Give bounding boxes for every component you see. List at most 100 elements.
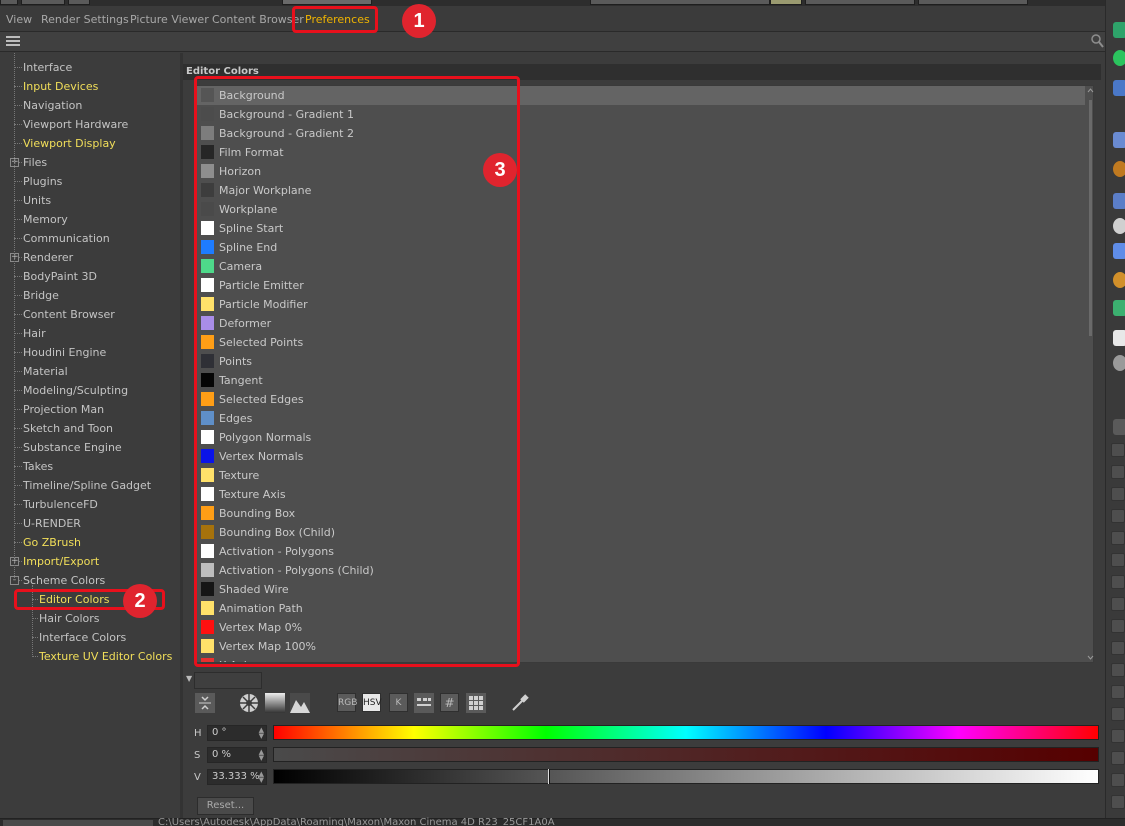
null-icon[interactable] xyxy=(1113,272,1125,288)
tree-item-input-devices[interactable]: Input Devices xyxy=(23,77,98,96)
light-icon[interactable] xyxy=(1113,218,1125,234)
color-wheel-icon[interactable] xyxy=(239,693,259,713)
tree-item-interface[interactable]: Interface xyxy=(23,58,72,77)
tree-item-scheme-colors[interactable]: Scheme Colors xyxy=(23,571,105,590)
dock-button[interactable] xyxy=(1111,597,1125,611)
menu-render-settings[interactable]: Render Settings xyxy=(41,13,129,26)
menu-content-browser[interactable]: Content Browser xyxy=(212,13,304,26)
tree-item-interface-colors[interactable]: Interface Colors xyxy=(39,628,126,647)
stepper-icon[interactable]: ▲ ▼ xyxy=(259,771,264,784)
tree-item-plugins[interactable]: Plugins xyxy=(23,172,62,191)
tree-item-modeling-sculpting[interactable]: Modeling/Sculpting xyxy=(23,381,128,400)
tree-item-viewport-hardware[interactable]: Viewport Hardware xyxy=(23,115,128,134)
tree-item-renderer[interactable]: Renderer xyxy=(23,248,73,267)
dock-button[interactable] xyxy=(1111,443,1125,457)
dock-button[interactable] xyxy=(1111,465,1125,479)
tree-item-u-render[interactable]: U-RENDER xyxy=(23,514,81,533)
value-slider-handle[interactable] xyxy=(548,769,551,784)
tree-item-hair-colors[interactable]: Hair Colors xyxy=(39,609,100,628)
dock-button[interactable] xyxy=(1111,509,1125,523)
menu-view[interactable]: View xyxy=(6,13,32,26)
toolbar-button[interactable] xyxy=(805,0,915,5)
dock-button[interactable] xyxy=(1111,729,1125,743)
generator-icon[interactable] xyxy=(1113,132,1125,148)
tree-item-units[interactable]: Units xyxy=(23,191,51,210)
tree-item-substance-engine[interactable]: Substance Engine xyxy=(23,438,122,457)
tree-item-takes[interactable]: Takes xyxy=(23,457,53,476)
toolbar-button[interactable] xyxy=(590,0,770,5)
dock-button[interactable] xyxy=(1111,663,1125,677)
saturation-field[interactable]: 0 % ▲ ▼ xyxy=(207,747,267,763)
mode-hsv-button[interactable]: HSV xyxy=(362,693,382,712)
tree-item-files[interactable]: Files xyxy=(23,153,47,172)
tree-item-material[interactable]: Material xyxy=(23,362,68,381)
value-field[interactable]: 33.333 % ▲ ▼ xyxy=(207,769,267,785)
toolbar-button[interactable] xyxy=(68,0,90,5)
dock-button[interactable] xyxy=(1111,487,1125,501)
gradient-icon[interactable] xyxy=(265,693,285,713)
hamburger-menu-icon[interactable] xyxy=(6,36,20,47)
toolbar-button[interactable] xyxy=(770,0,802,5)
mode-rgb-button[interactable]: RGB xyxy=(337,693,357,712)
tree-item-houdini-engine[interactable]: Houdini Engine xyxy=(23,343,106,362)
tree-item-texture-uv-editor-colors[interactable]: Texture UV Editor Colors xyxy=(39,647,172,666)
tree-item-turbulencefd[interactable]: TurbulenceFD xyxy=(23,495,98,514)
dock-button[interactable] xyxy=(1111,685,1125,699)
reset-button[interactable]: Reset... xyxy=(197,797,254,815)
tree-item-projection-man[interactable]: Projection Man xyxy=(23,400,104,419)
status-tab[interactable] xyxy=(3,820,153,826)
tree-item-import-export[interactable]: Import/Export xyxy=(23,552,99,571)
dock-button[interactable] xyxy=(1111,553,1125,567)
camera-icon[interactable] xyxy=(1113,243,1125,259)
toolbar-button[interactable] xyxy=(918,0,1028,5)
dock-button[interactable] xyxy=(1111,575,1125,589)
eye-icon[interactable] xyxy=(1113,330,1125,346)
dock-button[interactable] xyxy=(1111,531,1125,545)
tree-item-go-zbrush[interactable]: Go ZBrush xyxy=(23,533,81,552)
deformer-icon[interactable] xyxy=(1113,161,1125,177)
floor-icon[interactable] xyxy=(1113,193,1125,209)
image-picker-icon[interactable] xyxy=(290,693,310,713)
tree-item-viewport-display[interactable]: Viewport Display xyxy=(23,134,116,153)
mixer-icon[interactable] xyxy=(414,693,434,713)
eyedropper-icon[interactable] xyxy=(510,693,530,713)
sphere-icon[interactable] xyxy=(1113,50,1125,66)
toolbar-button[interactable] xyxy=(282,0,372,5)
dock-button[interactable] xyxy=(1111,641,1125,655)
tree-item-bridge[interactable]: Bridge xyxy=(23,286,59,305)
toolbar-button[interactable] xyxy=(0,0,18,5)
compress-icon[interactable] xyxy=(195,693,215,713)
tree-item-memory[interactable]: Memory xyxy=(23,210,68,229)
menu-picture-viewer[interactable]: Picture Viewer xyxy=(130,13,209,26)
chevron-down-icon[interactable]: ▼ xyxy=(186,674,192,683)
tree-item-sketch-and-toon[interactable]: Sketch and Toon xyxy=(23,419,113,438)
toolbar-button[interactable] xyxy=(21,0,65,5)
mode-hex-button[interactable]: # xyxy=(440,693,459,712)
stepper-icon[interactable]: ▲ ▼ xyxy=(259,749,264,762)
hue-slider[interactable] xyxy=(273,725,1099,740)
stepper-icon[interactable]: ▲ ▼ xyxy=(259,727,264,740)
tree-item-communication[interactable]: Communication xyxy=(23,229,110,248)
dock-button[interactable] xyxy=(1111,773,1125,787)
color-preview-field[interactable] xyxy=(194,672,262,689)
list-scrollbar[interactable] xyxy=(1087,86,1094,662)
menu-icon[interactable] xyxy=(1113,419,1125,435)
tree-item-content-browser[interactable]: Content Browser xyxy=(23,305,115,324)
dock-button[interactable] xyxy=(1111,751,1125,765)
mode-kelvin-button[interactable]: K xyxy=(389,693,408,712)
tree-item-navigation[interactable]: Navigation xyxy=(23,96,82,115)
hue-field[interactable]: 0 ° ▲ ▼ xyxy=(207,725,267,741)
tree-item-bodypaint-3d[interactable]: BodyPaint 3D xyxy=(23,267,97,286)
material-icon[interactable] xyxy=(1113,355,1125,371)
saturation-slider[interactable] xyxy=(273,747,1099,762)
spline-icon[interactable] xyxy=(1113,80,1125,96)
tag-icon[interactable] xyxy=(1113,300,1125,316)
tree-item-timeline-spline-gadget[interactable]: Timeline/Spline Gadget xyxy=(23,476,151,495)
swatch-grid-icon[interactable] xyxy=(466,693,486,713)
value-slider[interactable] xyxy=(273,769,1099,784)
search-icon[interactable] xyxy=(1090,33,1105,49)
tree-item-hair[interactable]: Hair xyxy=(23,324,46,343)
dock-button[interactable] xyxy=(1111,795,1125,809)
cube-icon[interactable] xyxy=(1113,22,1125,38)
dock-button[interactable] xyxy=(1111,707,1125,721)
